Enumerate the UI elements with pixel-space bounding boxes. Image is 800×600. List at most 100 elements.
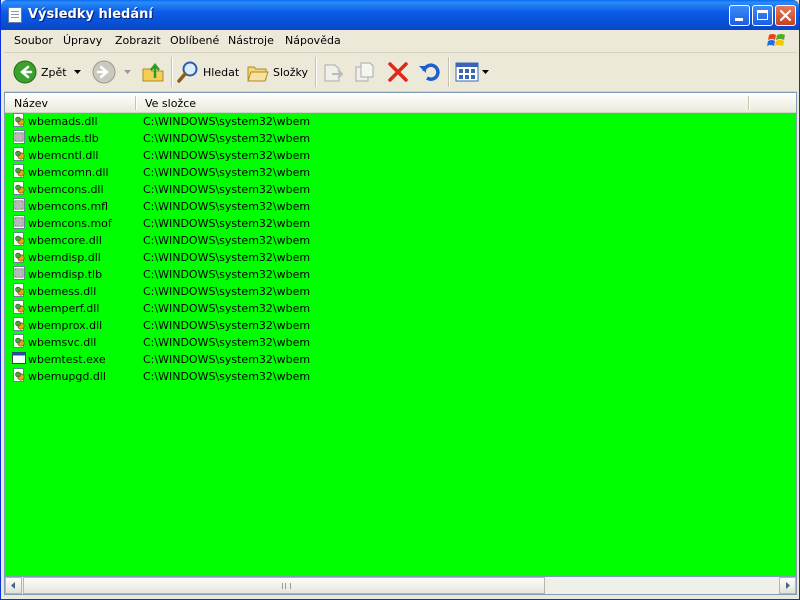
search-results-icon	[8, 7, 22, 23]
file-name: wbemprox.dll	[28, 319, 103, 332]
column-divider[interactable]	[135, 96, 137, 110]
copy-to-button[interactable]	[353, 58, 379, 86]
minimize-button[interactable]	[729, 5, 750, 26]
file-folder: C:\WINDOWS\system32\wbem	[143, 285, 311, 298]
delete-icon	[388, 62, 408, 82]
column-divider[interactable]	[748, 96, 750, 110]
menu-oblibene[interactable]: Oblíbené	[170, 34, 219, 47]
back-button[interactable]: Zpět	[12, 58, 82, 86]
tlb-icon	[13, 266, 25, 280]
copy-to-icon	[355, 62, 374, 82]
search-button[interactable]: Hledat	[176, 58, 240, 86]
folder-up-icon	[142, 62, 164, 82]
list-header: Název Ve složce	[5, 93, 796, 113]
file-name: wbemperf.dll	[28, 302, 100, 315]
undo-button[interactable]	[416, 58, 442, 86]
folders-icon	[247, 66, 269, 82]
window-title: Výsledky hledání	[28, 7, 153, 22]
scroll-thumb[interactable]	[23, 577, 545, 594]
chevron-down-icon[interactable]	[74, 70, 81, 74]
close-icon	[779, 9, 792, 22]
file-folder: C:\WINDOWS\system32\wbem	[143, 115, 311, 128]
menu-bar: Soubor Úpravy Zobrazit Oblíbené Nástroje…	[4, 30, 797, 53]
column-header-name[interactable]: Název	[14, 97, 48, 110]
menu-upravy[interactable]: Úpravy	[63, 34, 102, 47]
file-folder: C:\WINDOWS\system32\wbem	[143, 251, 311, 264]
file-folder: C:\WINDOWS\system32\wbem	[143, 302, 311, 315]
dll-icon	[13, 368, 25, 382]
file-name: wbemcons.mof	[28, 217, 112, 230]
table-row[interactable]: wbemperf.dll C:\WINDOWS\system32\wbem	[5, 300, 796, 317]
table-row[interactable]: wbemdisp.tlb C:\WINDOWS\system32\wbem	[5, 266, 796, 283]
file-folder: C:\WINDOWS\system32\wbem	[143, 200, 311, 213]
horizontal-scrollbar[interactable]	[5, 577, 796, 594]
dll-icon	[13, 317, 25, 331]
toolbar-separator	[448, 57, 450, 87]
maximize-icon	[757, 10, 768, 20]
close-button[interactable]	[775, 5, 796, 26]
table-row[interactable]: wbemads.tlb C:\WINDOWS\system32\wbem	[5, 130, 796, 147]
file-folder: C:\WINDOWS\system32\wbem	[143, 149, 311, 162]
undo-icon	[419, 63, 440, 81]
menu-napoveda[interactable]: Nápověda	[285, 34, 341, 47]
file-folder: C:\WINDOWS\system32\wbem	[143, 370, 311, 383]
folders-button[interactable]: Složky	[246, 58, 310, 86]
move-to-icon	[324, 64, 344, 82]
file-folder: C:\WINDOWS\system32\wbem	[143, 268, 311, 281]
scroll-left-button[interactable]	[5, 577, 22, 594]
file-name: wbemcore.dll	[28, 234, 102, 247]
table-row[interactable]: wbemcons.mfl C:\WINDOWS\system32\wbem	[5, 198, 796, 215]
file-folder: C:\WINDOWS\system32\wbem	[143, 319, 311, 332]
scroll-right-button[interactable]	[779, 577, 796, 594]
chevron-down-icon[interactable]	[482, 70, 489, 74]
dll-icon	[13, 113, 25, 127]
dll-icon	[13, 147, 25, 161]
menu-nastroje[interactable]: Nástroje	[228, 34, 274, 47]
file-folder: C:\WINDOWS\system32\wbem	[143, 183, 311, 196]
table-row[interactable]: wbemprox.dll C:\WINDOWS\system32\wbem	[5, 317, 796, 334]
table-row[interactable]: wbemsvc.dll C:\WINDOWS\system32\wbem	[5, 334, 796, 351]
toolbar: Zpět Hledat Složky	[4, 53, 797, 92]
search-icon	[177, 61, 198, 83]
arrow-right-icon	[786, 582, 790, 589]
up-folder-button[interactable]	[140, 58, 166, 86]
menu-zobrazit[interactable]: Zobrazit	[115, 34, 161, 47]
explorer-window: Výsledky hledání Soubor Úpravy Zobrazit …	[0, 0, 800, 600]
toolbar-separator	[171, 57, 173, 87]
table-row[interactable]: wbemupgd.dll C:\WINDOWS\system32\wbem	[5, 368, 796, 385]
list-content[interactable]: wbemads.dll C:\WINDOWS\system32\wbem wbema…	[5, 113, 796, 576]
forward-button[interactable]	[91, 58, 133, 86]
views-icon	[455, 62, 479, 82]
toolbar-separator	[315, 57, 317, 87]
table-row[interactable]: wbemess.dll C:\WINDOWS\system32\wbem	[5, 283, 796, 300]
table-row[interactable]: wbemcore.dll C:\WINDOWS\system32\wbem	[5, 232, 796, 249]
table-row[interactable]: wbemcomn.dll C:\WINDOWS\system32\wbem	[5, 164, 796, 181]
dll-icon	[13, 249, 25, 263]
dll-icon	[13, 300, 25, 314]
column-header-folder[interactable]: Ve složce	[145, 97, 196, 110]
dll-icon	[13, 164, 25, 178]
file-name: wbemcntl.dll	[28, 149, 99, 162]
file-folder: C:\WINDOWS\system32\wbem	[143, 132, 311, 145]
table-row[interactable]: wbemtest.exe C:\WINDOWS\system32\wbem	[5, 351, 796, 368]
table-row[interactable]: wbemcons.dll C:\WINDOWS\system32\wbem	[5, 181, 796, 198]
table-row[interactable]: wbemads.dll C:\WINDOWS\system32\wbem	[5, 113, 796, 130]
delete-button[interactable]	[385, 58, 411, 86]
title-bar[interactable]: Výsledky hledání	[1, 0, 799, 30]
dll-icon	[13, 232, 25, 246]
file-name: wbemdisp.tlb	[28, 268, 103, 281]
table-row[interactable]: wbemcons.mof C:\WINDOWS\system32\wbem	[5, 215, 796, 232]
folders-label: Složky	[273, 66, 309, 79]
arrow-left-icon	[11, 582, 15, 589]
menu-soubor[interactable]: Soubor	[14, 34, 53, 47]
exe-icon	[12, 352, 26, 364]
chevron-down-icon[interactable]	[124, 70, 131, 74]
file-folder: C:\WINDOWS\system32\wbem	[143, 166, 311, 179]
maximize-button[interactable]	[752, 5, 773, 26]
table-row[interactable]: wbemcntl.dll C:\WINDOWS\system32\wbem	[5, 147, 796, 164]
views-button[interactable]	[454, 58, 492, 86]
file-folder: C:\WINDOWS\system32\wbem	[143, 217, 311, 230]
move-to-button[interactable]	[321, 58, 347, 86]
table-row[interactable]: wbemdisp.dll C:\WINDOWS\system32\wbem	[5, 249, 796, 266]
file-name: wbemsvc.dll	[28, 336, 97, 349]
